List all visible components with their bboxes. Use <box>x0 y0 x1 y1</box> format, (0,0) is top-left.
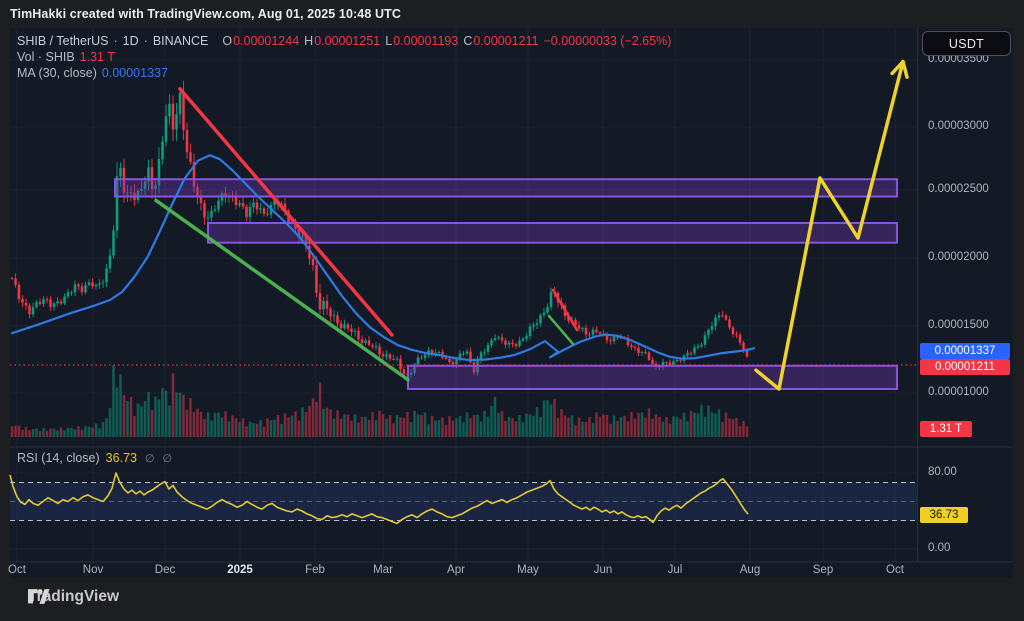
chart-legend: SHIB / TetherUS · 1D · BINANCE O0.000012… <box>17 33 671 81</box>
price-axis-label: 0.00001500 <box>928 319 989 331</box>
price-axis-label: 0.00003000 <box>928 120 989 132</box>
time-axis-label: Jul <box>653 564 697 576</box>
ma-value: 0.00001337 <box>102 65 168 81</box>
rsi-label: RSI (14, close) <box>17 451 100 465</box>
tradingview-logo-icon <box>28 588 50 605</box>
low-value: 0.00001193 <box>393 33 458 49</box>
exchange-label: BINANCE <box>153 33 209 49</box>
pane-separators <box>10 28 1013 562</box>
tradingview-snapshot: TimHakki created with TradingView.com, A… <box>0 0 1024 621</box>
time-axis-label: 2025 <box>218 564 262 576</box>
time-axis-label: Nov <box>71 564 115 576</box>
rsi-pane <box>10 473 917 523</box>
time-axis-label: Dec <box>143 564 187 576</box>
grid-lines <box>10 28 917 562</box>
hide-indicator-icon[interactable]: ∅ <box>145 452 155 465</box>
currency-toggle-button[interactable]: USDT <box>922 31 1011 56</box>
rsi-value: 36.73 <box>106 451 137 465</box>
time-axis-label: Mar <box>361 564 405 576</box>
last-price-tag: 0.00001211 <box>920 359 1010 375</box>
interval-label: 1D <box>123 33 139 49</box>
ma-price-tag: 0.00001337 <box>920 343 1010 359</box>
tradingview-logo-link[interactable]: TradingView <box>28 588 119 606</box>
price-axis-label: 80.00 <box>928 466 957 478</box>
time-axis-label: Feb <box>293 564 337 576</box>
close-value: 0.00001211 <box>473 33 538 49</box>
time-axis-label: Sep <box>801 564 845 576</box>
change-value: −0.00000033 (−2.65%) <box>543 33 671 49</box>
open-value: 0.00001244 <box>233 33 299 49</box>
volume-label: Vol · SHIB <box>17 49 75 65</box>
rsi-value-tag: 36.73 <box>920 507 968 523</box>
time-axis-label: Oct <box>873 564 917 576</box>
low-label: L <box>385 33 392 49</box>
ma-label: MA (30, close) <box>17 65 97 81</box>
time-axis-label: Oct <box>0 564 39 576</box>
price-axis-label: 0.00 <box>928 542 950 554</box>
price-axis-label: 0.00002500 <box>928 183 989 195</box>
supply-zone-upper[interactable] <box>115 179 897 196</box>
volume-tag: 1.31 T <box>920 421 972 437</box>
hide-indicator-icon[interactable]: ∅ <box>163 452 173 465</box>
volume-value: 1.31 T <box>80 49 115 65</box>
high-label: H <box>304 33 313 49</box>
price-axis-label: 0.00002000 <box>928 251 989 263</box>
time-axis-label: Jun <box>581 564 625 576</box>
demand-zone[interactable] <box>408 366 897 389</box>
time-axis-label: Apr <box>434 564 478 576</box>
close-label: C <box>463 33 472 49</box>
symbol-row: SHIB / TetherUS · 1D · BINANCE O0.000012… <box>17 33 671 49</box>
ma-row: MA (30, close) 0.00001337 <box>17 65 671 81</box>
footer-bar: TradingView <box>0 578 1024 621</box>
open-label: O <box>222 33 232 49</box>
high-value: 0.00001251 <box>314 33 380 49</box>
rsi-legend: RSI (14, close) 36.73 ∅ ∅ <box>17 451 172 465</box>
volume-row: Vol · SHIB 1.31 T <box>17 49 671 65</box>
main-chart[interactable] <box>0 0 1024 621</box>
time-axis-label: May <box>506 564 550 576</box>
price-axis-label: 0.00001000 <box>928 386 989 398</box>
time-axis-label: Aug <box>728 564 772 576</box>
symbol-name: SHIB / TetherUS <box>17 33 108 49</box>
